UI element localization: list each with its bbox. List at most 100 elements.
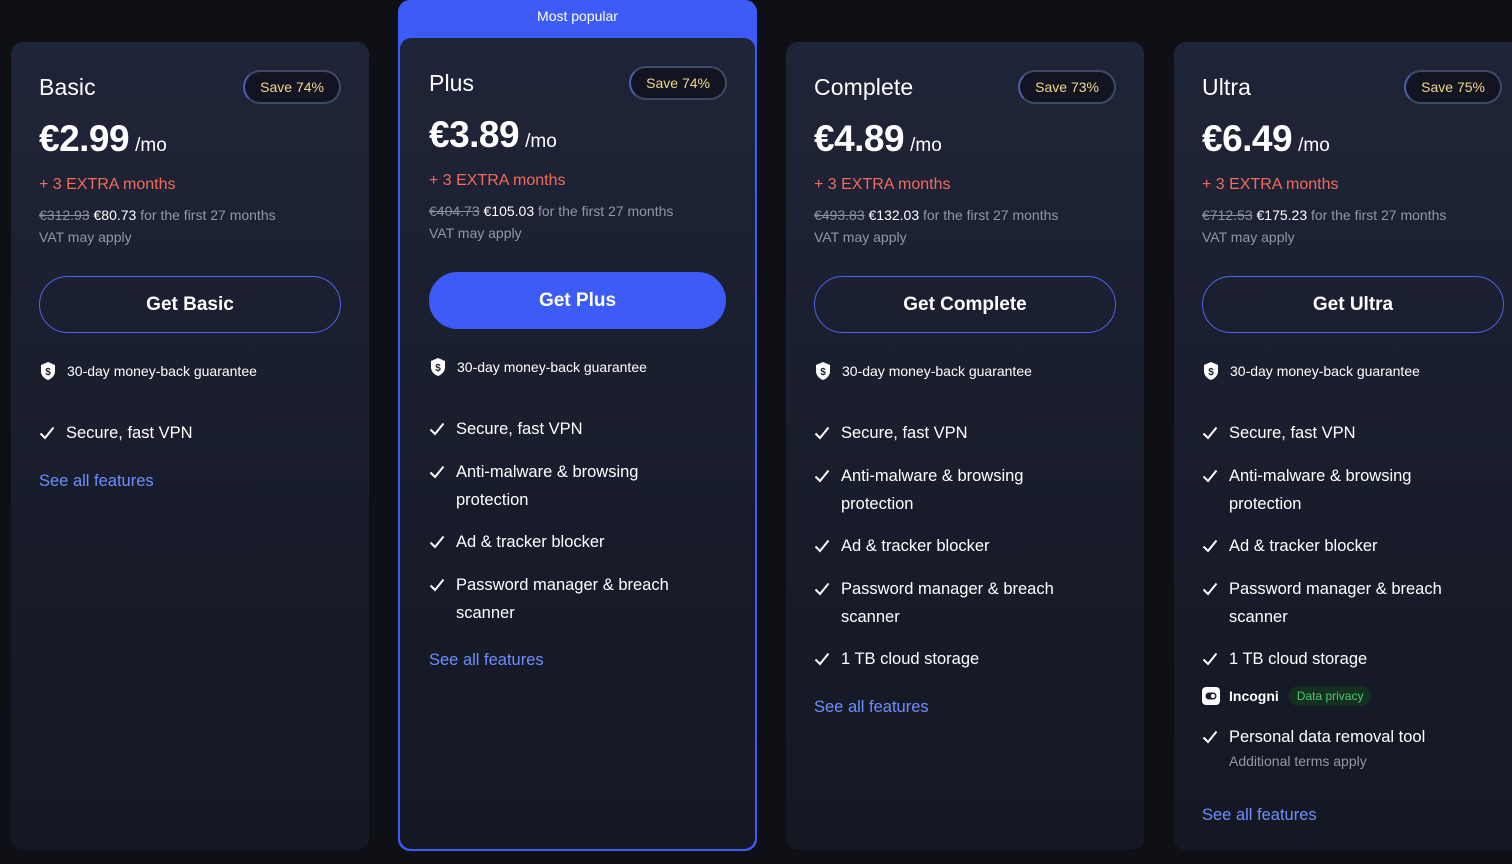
guarantee-text: 30-day money-back guarantee [457,359,647,375]
feature-text: Ad & tracker blocker [1229,537,1378,555]
save-badge: Save 75% [1404,70,1502,104]
old-price: €312.93 [39,207,90,223]
feature-text: Anti-malware & browsing protection [841,466,1024,513]
billing-terms: €712.53 €175.23 for the first 27 months … [1202,204,1512,248]
feature-text: 1 TB cloud storage [1229,650,1368,668]
feature-list: Secure, fast VPN [39,419,341,447]
check-icon [814,426,830,440]
check-icon [429,578,445,591]
billing-terms: €312.93 €80.73 for the first 27 months V… [39,204,341,248]
check-icon [1202,426,1218,440]
shield-dollar-icon: $ [816,362,830,380]
feature-text: Personal data removal tool [1229,727,1426,746]
feature-text: Secure, fast VPN [841,424,968,442]
feature-item: Anti-malware & browsing protection [1202,462,1512,518]
money-back-guarantee: $ 30-day money-back guarantee [429,357,727,377]
incogni-logo-icon [1202,686,1220,705]
feature-item: Password manager & breach scanner [1202,575,1512,631]
pricing-page: Basic Save 74% €2.99 /mo + 3 EXTRA month… [0,0,1512,864]
check-icon [1202,469,1218,482]
plan-name: Complete [814,73,914,100]
shield-dollar-icon: $ [1204,362,1218,380]
plan-card-ultra: Ultra Save 75% €6.49 /mo + 3 EXTRA month… [1174,42,1512,850]
billing-period: for the first 27 months [538,203,674,219]
feature-text: Ad & tracker blocker [456,533,605,551]
old-price: €493.83 [814,207,865,223]
money-back-guarantee: $ 30-day money-back guarantee [39,361,341,381]
feature-text: 1 TB cloud storage [841,650,980,668]
feature-item: Ad & tracker blocker [429,528,727,556]
feature-item: Password manager & breach scanner [814,575,1116,631]
plan-name: Basic [39,73,96,100]
vat-note: VAT may apply [39,229,132,245]
incogni-name: Incogni [1229,687,1279,704]
extra-months: + 3 EXTRA months [39,176,176,193]
see-all-features-link[interactable]: See all features [39,472,154,491]
plan-card-basic: Basic Save 74% €2.99 /mo + 3 EXTRA month… [11,42,369,850]
get-ultra-button[interactable]: Get Ultra [1202,276,1504,333]
plan-price: €6.49 [1202,118,1293,159]
billing-period: for the first 27 months [923,207,1059,223]
vat-note: VAT may apply [1202,229,1295,245]
plan-price: €3.89 [429,114,520,155]
feature-item: Secure, fast VPN [814,419,1116,447]
check-icon [814,469,830,482]
price-period: /mo [135,135,167,156]
feature-item: Secure, fast VPN [429,415,727,443]
plan-name: Ultra [1202,73,1252,100]
feature-item: Anti-malware & browsing protection [429,458,727,514]
new-price: €132.03 [868,207,920,223]
feature-text: Password manager & breach scanner [841,579,1054,626]
see-all-features-link[interactable]: See all features [1202,806,1317,825]
plan-card-complete: Complete Save 73% €4.89 /mo + 3 EXTRA mo… [786,42,1144,850]
save-badge: Save 73% [1018,70,1116,104]
shield-dollar-icon: $ [41,362,55,380]
feature-item: 1 TB cloud storage [1202,645,1512,673]
feature-text: Secure, fast VPN [66,424,193,442]
billing-period: for the first 27 months [1311,207,1447,223]
new-price: €105.03 [483,203,535,219]
get-plus-button[interactable]: Get Plus [429,272,726,329]
svg-text:$: $ [820,367,826,378]
check-icon [814,652,830,666]
get-complete-button[interactable]: Get Complete [814,276,1116,333]
feature-item: Secure, fast VPN [39,419,341,447]
guarantee-text: 30-day money-back guarantee [1230,363,1420,379]
feature-text: Password manager & breach scanner [456,575,669,622]
old-price: €404.73 [429,203,480,219]
money-back-guarantee: $ 30-day money-back guarantee [1202,361,1512,381]
check-icon [429,465,445,478]
svg-text:$: $ [1208,367,1214,378]
get-basic-button[interactable]: Get Basic [39,276,341,333]
svg-text:$: $ [45,367,51,378]
old-price: €712.53 [1202,207,1253,223]
guarantee-text: 30-day money-back guarantee [67,363,257,379]
plan-price: €2.99 [39,118,130,159]
price-period: /mo [525,131,557,152]
plan-name: Plus [429,69,475,96]
svg-text:$: $ [435,363,441,374]
extra-months: + 3 EXTRA months [1202,176,1339,193]
price-period: /mo [1298,135,1330,156]
feature-item: Anti-malware & browsing protection [814,462,1116,518]
check-icon [814,582,830,595]
incogni-row: Incogni Data privacy [1202,685,1512,706]
check-icon [1202,652,1218,666]
see-all-features-link[interactable]: See all features [814,698,929,717]
feature-item: Password manager & breach scanner [429,571,727,627]
check-icon [39,426,55,440]
check-icon [429,535,445,549]
price-period: /mo [910,135,942,156]
feature-item: 1 TB cloud storage [814,645,1116,673]
save-badge: Save 74% [243,70,341,104]
feature-text: Password manager & breach scanner [1229,579,1442,626]
check-icon [1202,582,1218,595]
feature-text: Anti-malware & browsing protection [456,462,639,509]
additional-terms-note: Additional terms apply [1229,753,1367,769]
feature-list: Secure, fast VPN Anti-malware & browsing… [814,419,1116,673]
see-all-features-link[interactable]: See all features [429,651,544,670]
guarantee-text: 30-day money-back guarantee [842,363,1032,379]
extra-months: + 3 EXTRA months [814,176,951,193]
money-back-guarantee: $ 30-day money-back guarantee [814,361,1116,381]
feature-item: Ad & tracker blocker [1202,532,1512,560]
